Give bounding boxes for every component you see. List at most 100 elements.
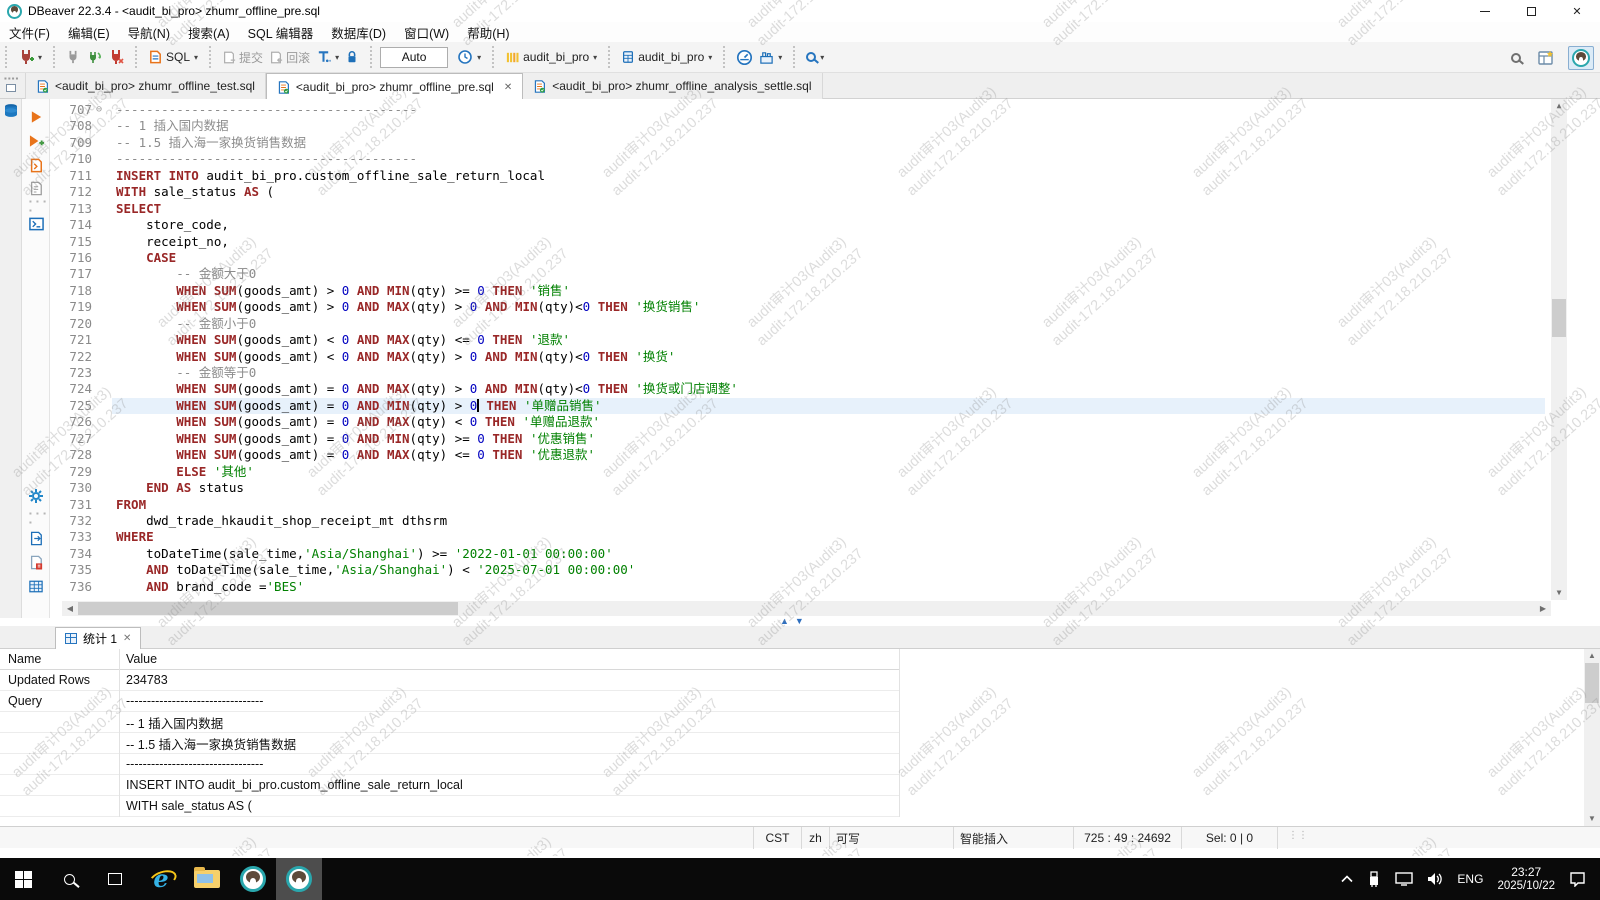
maximize-button[interactable] xyxy=(1508,0,1554,22)
scrollbar-thumb[interactable] xyxy=(1552,299,1566,337)
editor-tab-0[interactable]: <audit_bi_pro> zhumr_offline_test.sql xyxy=(26,73,266,99)
taskbar-search-button[interactable] xyxy=(46,858,92,900)
scroll-left-arrow[interactable]: ◀ xyxy=(62,601,78,616)
menu-item-0[interactable]: 文件(F) xyxy=(0,21,59,44)
code-text[interactable]: -- 金额等于0 xyxy=(112,365,1545,381)
menu-item-5[interactable]: 数据库(D) xyxy=(322,21,395,44)
code-text[interactable]: END AS status xyxy=(112,480,1545,496)
tab-close-icon[interactable]: ✕ xyxy=(504,82,512,93)
action-center-button[interactable] xyxy=(1569,871,1586,887)
menu-item-3[interactable]: 搜索(A) xyxy=(179,21,239,44)
sql-editor-button[interactable]: SQL ▾ xyxy=(145,47,201,67)
status-cell-3[interactable]: 智能插入 xyxy=(953,827,1073,849)
code-text[interactable]: ---------------------------------------- xyxy=(112,102,1545,118)
code-text[interactable]: AND toDateTime(sale_time,'Asia/Shanghai'… xyxy=(112,562,1545,578)
fold-marker-icon[interactable]: ⊖ xyxy=(96,102,110,118)
commit-structure-button[interactable]: ▾ xyxy=(756,48,785,67)
status-cell-2[interactable]: 可写 xyxy=(829,827,953,849)
close-button[interactable]: ✕ xyxy=(1554,0,1600,22)
export-result-button[interactable] xyxy=(27,529,45,547)
code-text[interactable]: WHEN SUM(goods_amt) = 0 AND MIN(qty) > 0… xyxy=(112,398,1545,414)
sash-up-arrow[interactable]: ▲ xyxy=(780,616,789,626)
minimize-button[interactable] xyxy=(1462,0,1508,22)
code-text[interactable]: ELSE '其他' xyxy=(112,464,1545,480)
speaker-icon[interactable] xyxy=(1427,872,1443,886)
code-line-709[interactable]: 709-- 1.5 插入海一家换货销售数据 xyxy=(50,135,1545,151)
scroll-down-arrow[interactable]: ▼ xyxy=(1551,586,1567,600)
code-line-718[interactable]: 718 WHEN SUM(goods_amt) > 0 AND MIN(qty)… xyxy=(50,283,1545,299)
editor-vertical-scrollbar[interactable]: ▲ ▼ xyxy=(1551,99,1567,600)
tray-chevron-up-icon[interactable] xyxy=(1341,875,1353,883)
database-navigator-icon[interactable] xyxy=(3,103,19,119)
explain-plan-button[interactable] xyxy=(27,179,45,197)
close-icon[interactable]: ✕ xyxy=(123,633,131,644)
code-text[interactable]: toDateTime(sale_time,'Asia/Shanghai') >=… xyxy=(112,546,1545,562)
taskbar-clock[interactable]: 23:27 2025/10/22 xyxy=(1497,865,1555,893)
code-line-715[interactable]: 715 receipt_no, xyxy=(50,234,1545,250)
code-text[interactable]: AND brand_code ='BES' xyxy=(112,579,1545,595)
code-line-720[interactable]: 720 -- 金额小于0 xyxy=(50,316,1545,332)
code-text[interactable]: WHEN SUM(goods_amt) = 0 AND MAX(qty) <= … xyxy=(112,447,1545,463)
query-history-button[interactable]: ▾ xyxy=(454,47,484,67)
code-line-708[interactable]: 708-- 1 插入国内数据 xyxy=(50,118,1545,134)
commit-button[interactable]: 提交 xyxy=(219,47,266,68)
sql-terminal-button[interactable] xyxy=(27,215,45,233)
connect-button[interactable] xyxy=(63,47,83,67)
code-line-725[interactable]: 725 WHEN SUM(goods_amt) = 0 AND MIN(qty)… xyxy=(50,398,1545,414)
code-text[interactable]: WHEN SUM(goods_amt) = 0 AND MAX(qty) < 0… xyxy=(112,414,1545,430)
scroll-up-arrow[interactable]: ▲ xyxy=(1584,649,1600,663)
task-view-button[interactable] xyxy=(92,858,138,900)
scroll-right-arrow[interactable]: ▶ xyxy=(1535,601,1551,616)
code-line-735[interactable]: 735 AND toDateTime(sale_time,'Asia/Shang… xyxy=(50,562,1545,578)
code-text[interactable]: -- 1 插入国内数据 xyxy=(112,118,1545,134)
execute-statement-button[interactable] xyxy=(27,108,45,126)
code-text[interactable]: receipt_no, xyxy=(112,234,1545,250)
code-line-710[interactable]: 710-------------------------------------… xyxy=(50,151,1545,167)
rollback-button[interactable]: 回滚 xyxy=(266,47,313,68)
commit-mode-combo[interactable]: Auto xyxy=(380,47,448,68)
code-line-726[interactable]: 726 WHEN SUM(goods_amt) = 0 AND MAX(qty)… xyxy=(50,414,1545,430)
editor-tab-2[interactable]: <audit_bi_pro> zhumr_offline_analysis_se… xyxy=(523,73,822,99)
dbeaver-taskbar-button[interactable] xyxy=(230,858,276,900)
code-line-732[interactable]: 732 dwd_trade_hkaudit_shop_receipt_mt dt… xyxy=(50,513,1545,529)
code-line-727[interactable]: 727 WHEN SUM(goods_amt) = 0 AND MIN(qty)… xyxy=(50,431,1545,447)
scrollbar-thumb[interactable] xyxy=(78,602,458,615)
restore-view-icon[interactable] xyxy=(6,84,16,92)
results-row-2[interactable]: -- 1 插入国内数据 xyxy=(0,712,900,733)
editor-tab-1[interactable]: <audit_bi_pro> zhumr_offline_pre.sql✕ xyxy=(266,73,523,100)
code-text[interactable]: -- 金额小于0 xyxy=(112,316,1545,332)
code-text[interactable]: -- 1.5 插入海一家换货销售数据 xyxy=(112,135,1545,151)
status-cell-4[interactable]: 725 : 49 : 24692 xyxy=(1073,827,1181,849)
statistics-tab[interactable]: 统计 1 ✕ xyxy=(55,627,141,649)
schema-selector[interactable]: audit_bi_pro ▾ xyxy=(618,47,715,67)
code-text[interactable]: ---------------------------------------- xyxy=(112,151,1545,167)
file-explorer-button[interactable] xyxy=(184,858,230,900)
grid-view-button[interactable] xyxy=(27,577,45,595)
code-line-734[interactable]: 734 toDateTime(sale_time,'Asia/Shanghai'… xyxy=(50,546,1545,562)
results-vertical-scrollbar[interactable]: ▲ ▼ xyxy=(1584,649,1600,826)
results-row-0[interactable]: Updated Rows234783 xyxy=(0,670,900,691)
code-text[interactable]: -- 金额大于0 xyxy=(112,266,1545,282)
results-row-5[interactable]: INSERT INTO audit_bi_pro.custom_offline_… xyxy=(0,775,900,796)
quick-search-button[interactable] xyxy=(1508,51,1524,65)
code-line-707[interactable]: 707⊖------------------------------------… xyxy=(50,102,1545,118)
code-line-712[interactable]: 712WITH sale_status AS ( xyxy=(50,184,1545,200)
code-text[interactable]: FROM xyxy=(112,497,1545,513)
code-line-717[interactable]: 717 -- 金额大于0 xyxy=(50,266,1545,282)
connection-selector[interactable]: audit_bi_pro ▾ xyxy=(502,48,600,67)
code-line-729[interactable]: 729 ELSE '其他' xyxy=(50,464,1545,480)
execute-new-tab-button[interactable] xyxy=(27,132,45,150)
code-text[interactable]: WHERE xyxy=(112,529,1545,545)
results-row-3[interactable]: -- 1.5 插入海一家换货销售数据 xyxy=(0,733,900,754)
code-line-736[interactable]: 736 AND brand_code ='BES' xyxy=(50,579,1545,595)
network-display-icon[interactable] xyxy=(1395,872,1413,886)
code-text[interactable]: store_code, xyxy=(112,217,1545,233)
results-row-1[interactable]: Query--------------------------------- xyxy=(0,691,900,712)
code-line-716[interactable]: 716 CASE xyxy=(50,250,1545,266)
scroll-up-arrow[interactable]: ▲ xyxy=(1551,99,1567,113)
code-line-711[interactable]: 711INSERT INTO audit_bi_pro.custom_offli… xyxy=(50,168,1545,184)
start-button[interactable] xyxy=(0,858,46,900)
code-line-721[interactable]: 721 WHEN SUM(goods_amt) < 0 AND MAX(qty)… xyxy=(50,332,1545,348)
sash-down-arrow[interactable]: ▼ xyxy=(795,616,804,626)
internet-explorer-button[interactable]: e xyxy=(138,858,184,900)
